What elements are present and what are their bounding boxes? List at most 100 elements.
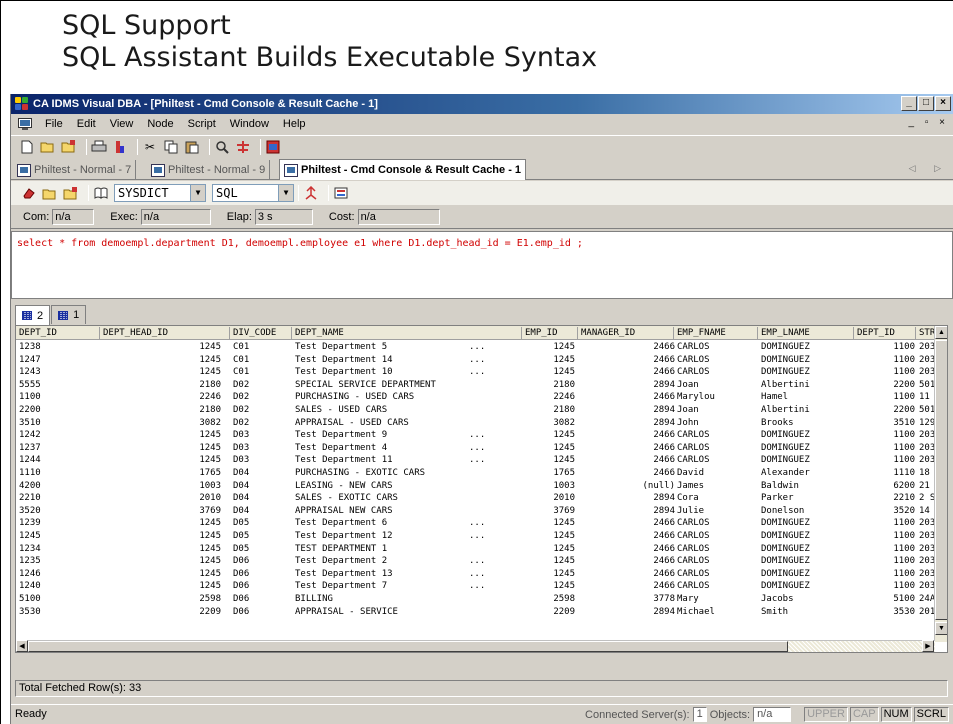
cell-manager-id[interactable]: 2466 xyxy=(578,454,678,467)
cell-div-code[interactable]: D02 xyxy=(230,404,292,417)
cell-emp-id[interactable]: 1245 xyxy=(522,555,578,568)
cell-dept-id[interactable]: 1110 xyxy=(16,467,100,480)
cell-dept-head-id[interactable]: 3769 xyxy=(100,505,224,518)
document-menu-icon[interactable] xyxy=(17,116,33,132)
cell-manager-id[interactable]: 2466 xyxy=(578,555,678,568)
cell-div-code[interactable]: D02 xyxy=(230,417,292,430)
table-row[interactable]: 1100 2246 D02 PURCHASING - USED CARS 2246 246… xyxy=(16,391,936,404)
table-row[interactable]: 2200 2180 D02 SALES - USED CARS 2180 2894 Joan… xyxy=(16,404,936,417)
cell-dept-head-id[interactable]: 1245 xyxy=(100,568,224,581)
cell-dept-head-id[interactable]: 1003 xyxy=(100,480,224,493)
title-bar[interactable]: CA IDMS Visual DBA - [Philtest - Cmd Con… xyxy=(11,94,953,114)
cell-manager-id[interactable]: 2466 xyxy=(578,391,678,404)
cell-emp-fname[interactable]: CARLOS xyxy=(674,543,758,556)
cell-street[interactable]: 2 Sp: xyxy=(916,492,936,505)
column-header[interactable]: DEPT_NAME xyxy=(292,327,522,340)
tab-philtest-normal-7[interactable]: Philtest - Normal - 7 xyxy=(13,160,137,180)
cell-dept-id[interactable]: 4200 xyxy=(16,480,100,493)
cell-dept-id-2[interactable]: 1100 xyxy=(854,442,918,455)
cell-emp-id[interactable]: 1765 xyxy=(522,467,578,480)
cell-div-code[interactable]: D06 xyxy=(230,593,292,606)
cell-div-code[interactable]: D06 xyxy=(230,568,292,581)
cell-street[interactable]: 203 I xyxy=(916,580,936,593)
database-icon[interactable] xyxy=(265,139,281,155)
cell-dept-id[interactable]: 1240 xyxy=(16,580,100,593)
menu-script[interactable]: Script xyxy=(181,118,223,130)
cell-dept-head-id[interactable]: 1765 xyxy=(100,467,224,480)
cell-dept-head-id[interactable]: 1245 xyxy=(100,530,224,543)
properties-icon[interactable] xyxy=(112,139,128,155)
cell-dept-id[interactable]: 5555 xyxy=(16,379,100,392)
tab-cmd-console[interactable]: Philtest - Cmd Console & Result Cache - … xyxy=(279,159,527,180)
cell-div-code[interactable]: D02 xyxy=(230,379,292,392)
cell-dept-id-2[interactable]: 2210 xyxy=(854,492,918,505)
table-row[interactable]: 1242 1245 D03 Test Department 9 1245 2466 CARL… xyxy=(16,429,936,442)
cell-street[interactable]: 203 I xyxy=(916,454,936,467)
cell-dept-head-id[interactable]: 1245 xyxy=(100,454,224,467)
cell-dept-id-2[interactable]: 1100 xyxy=(854,354,918,367)
column-header[interactable]: EMP_FNAME xyxy=(674,327,758,340)
cell-dept-head-id[interactable]: 1245 xyxy=(100,366,224,379)
minimize-button[interactable]: _ xyxy=(901,96,917,111)
cell-dept-id-2[interactable]: 1100 xyxy=(854,454,918,467)
cell-manager-id[interactable]: 2466 xyxy=(578,429,678,442)
cell-street[interactable]: 203 I xyxy=(916,555,936,568)
cell-street[interactable]: 24A I xyxy=(916,593,936,606)
copy-icon[interactable] xyxy=(163,139,179,155)
cell-div-code[interactable]: D06 xyxy=(230,606,292,619)
cell-div-code[interactable]: C01 xyxy=(230,354,292,367)
menu-edit[interactable]: Edit xyxy=(70,118,103,130)
cell-dept-head-id[interactable]: 1245 xyxy=(100,517,224,530)
close-button[interactable]: × xyxy=(935,96,951,111)
result-cache-icon[interactable] xyxy=(333,185,349,201)
cell-dept-head-id[interactable]: 1245 xyxy=(100,429,224,442)
cell-street[interactable]: 203 I xyxy=(916,442,936,455)
cell-dept-name[interactable]: APPRAISAL - SERVICE xyxy=(292,606,522,619)
column-header[interactable]: DEPT_ID xyxy=(16,327,100,340)
cell-dept-id[interactable]: 2210 xyxy=(16,492,100,505)
cell-emp-lname[interactable]: DOMINGUEZ xyxy=(758,341,854,354)
cell-dept-id[interactable]: 1234 xyxy=(16,543,100,556)
print-icon[interactable] xyxy=(91,139,107,155)
find-icon[interactable] xyxy=(214,139,230,155)
cell-emp-fname[interactable]: John xyxy=(674,417,758,430)
table-row[interactable]: 3520 3769 D04 APPRAISAL NEW CARS 3769 2894 Jul… xyxy=(16,505,936,518)
cell-emp-fname[interactable]: Cora xyxy=(674,492,758,505)
cell-emp-fname[interactable]: CARLOS xyxy=(674,454,758,467)
table-row[interactable]: 2210 2010 D04 SALES - EXOTIC CARS 2010 2894 Co… xyxy=(16,492,936,505)
cell-manager-id[interactable]: 2894 xyxy=(578,505,678,518)
cell-dept-head-id[interactable]: 2598 xyxy=(100,593,224,606)
eraser-icon[interactable] xyxy=(21,185,37,201)
cell-manager-id[interactable]: 2466 xyxy=(578,568,678,581)
cell-div-code[interactable]: D05 xyxy=(230,517,292,530)
cell-emp-id[interactable]: 1245 xyxy=(522,517,578,530)
result-tab-1[interactable]: 1 xyxy=(51,305,87,324)
cell-dept-id-2[interactable]: 1100 xyxy=(854,517,918,530)
table-row[interactable]: 1245 1245 D05 Test Department 12 1245 2466 CAR… xyxy=(16,530,936,543)
cut-icon[interactable]: ✂ xyxy=(142,139,158,155)
cell-emp-id[interactable]: 1245 xyxy=(522,429,578,442)
cell-emp-lname[interactable]: Alexander xyxy=(758,467,854,480)
cell-emp-fname[interactable]: Joan xyxy=(674,379,758,392)
cell-dept-name[interactable]: PURCHASING - USED CARS xyxy=(292,391,522,404)
cell-manager-id[interactable]: 2894 xyxy=(578,379,678,392)
cell-emp-id[interactable]: 1245 xyxy=(522,454,578,467)
cell-emp-lname[interactable]: DOMINGUEZ xyxy=(758,354,854,367)
cell-div-code[interactable]: D02 xyxy=(230,391,292,404)
cell-emp-fname[interactable]: Michael xyxy=(674,606,758,619)
cell-dept-id[interactable]: 5100 xyxy=(16,593,100,606)
cell-emp-lname[interactable]: DOMINGUEZ xyxy=(758,454,854,467)
cell-dept-id-2[interactable]: 1100 xyxy=(854,366,918,379)
cell-dept-id-2[interactable]: 1100 xyxy=(854,543,918,556)
cell-dept-id[interactable]: 1247 xyxy=(16,354,100,367)
vertical-scrollbar[interactable]: ▲ ▼ xyxy=(934,326,947,642)
cell-street[interactable]: 18 C: xyxy=(916,467,936,480)
cell-emp-fname[interactable]: Mary xyxy=(674,593,758,606)
cell-street[interactable]: 203 I xyxy=(916,543,936,556)
cell-emp-fname[interactable]: CARLOS xyxy=(674,354,758,367)
table-row[interactable]: 1237 1245 D03 Test Department 4 1245 2466 CARL… xyxy=(16,442,936,455)
cell-dept-id[interactable]: 1238 xyxy=(16,341,100,354)
cell-dept-id[interactable]: 1237 xyxy=(16,442,100,455)
cell-dept-name[interactable]: APPRAISAL - USED CARS xyxy=(292,417,522,430)
cell-emp-lname[interactable]: DOMINGUEZ xyxy=(758,543,854,556)
